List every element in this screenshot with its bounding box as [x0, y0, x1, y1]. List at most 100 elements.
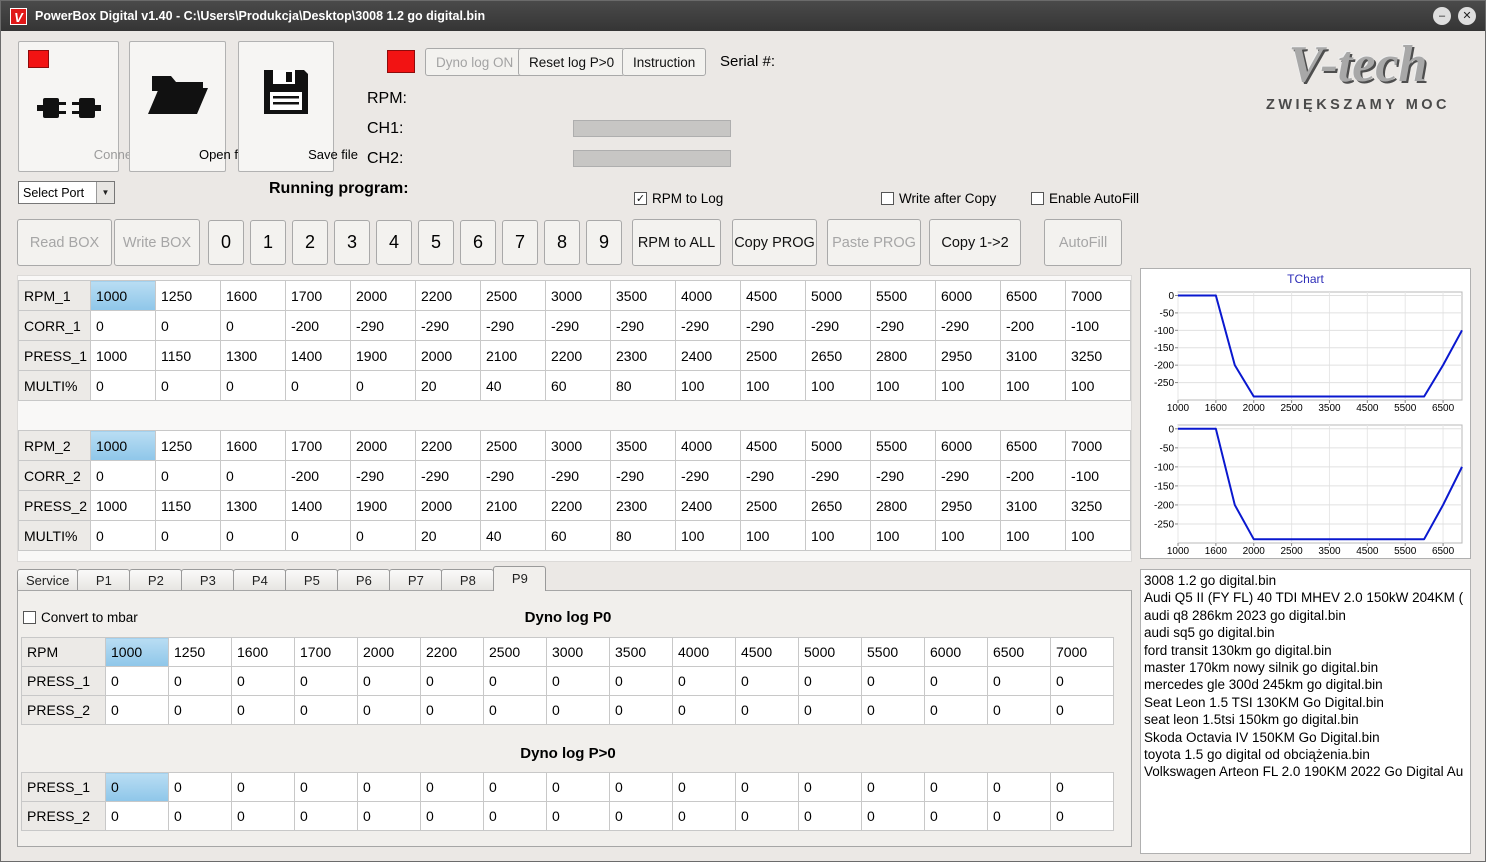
table-cell[interactable]: 0 — [350, 520, 416, 551]
table-cell[interactable]: 0 — [735, 695, 799, 725]
table-cell[interactable]: 1400 — [285, 340, 351, 371]
table-cell[interactable]: -290 — [805, 310, 871, 341]
convert-to-mbar-checkbox[interactable]: Convert to mbar — [23, 610, 138, 625]
file-list-item[interactable]: mercedes gle 300d 245km go digital.bin — [1144, 676, 1470, 693]
write-after-copy-checkbox[interactable]: Write after Copy — [881, 191, 996, 206]
table-cell[interactable]: 2000 — [357, 637, 421, 667]
file-list-item[interactable]: audi sq5 go digital.bin — [1144, 624, 1470, 641]
table-cell[interactable]: 0 — [357, 772, 421, 802]
table-cell[interactable]: 1150 — [155, 340, 221, 371]
table-cell[interactable]: 0 — [294, 772, 358, 802]
table-cell[interactable]: 6000 — [935, 280, 1001, 311]
table-cell[interactable]: 1000 — [90, 430, 156, 461]
table-cell[interactable]: 0 — [798, 801, 862, 831]
table-cell[interactable]: 100 — [805, 520, 871, 551]
table-cell[interactable]: 2300 — [610, 490, 676, 521]
tab-p6[interactable]: P6 — [337, 569, 391, 591]
table-cell[interactable]: 40 — [480, 520, 546, 551]
table-cell[interactable]: -290 — [935, 310, 1001, 341]
tab-service[interactable]: Service — [17, 569, 79, 591]
table-cell[interactable]: 0 — [105, 772, 169, 802]
table-cell[interactable]: -290 — [935, 460, 1001, 491]
table-cell[interactable]: 2200 — [420, 637, 484, 667]
table-cell[interactable]: 4500 — [740, 280, 806, 311]
table-cell[interactable]: 1000 — [90, 340, 156, 371]
tab-p9[interactable]: P9 — [493, 566, 547, 591]
copy-prog-button[interactable]: Copy PROG — [732, 219, 817, 266]
table-cell[interactable]: 4000 — [675, 280, 741, 311]
table-cell[interactable]: 100 — [870, 520, 936, 551]
table-cell[interactable]: 2500 — [740, 340, 806, 371]
table-cell[interactable]: 0 — [90, 370, 156, 401]
table-cell[interactable]: 0 — [168, 666, 232, 696]
table-cell[interactable]: -100 — [1065, 460, 1131, 491]
table-cell[interactable]: 2000 — [415, 490, 481, 521]
table-cell[interactable]: 3500 — [610, 280, 676, 311]
digit-button-2[interactable]: 2 — [292, 220, 328, 265]
table-cell[interactable]: 6000 — [935, 430, 1001, 461]
table-cell[interactable]: 0 — [231, 772, 295, 802]
table-cell[interactable]: -290 — [870, 310, 936, 341]
table-cell[interactable]: 3500 — [610, 430, 676, 461]
table-cell[interactable]: 2200 — [415, 280, 481, 311]
tab-p3[interactable]: P3 — [181, 569, 235, 591]
table-cell[interactable]: 2100 — [480, 340, 546, 371]
digit-button-1[interactable]: 1 — [250, 220, 286, 265]
table-cell[interactable]: 0 — [420, 666, 484, 696]
table-cell[interactable]: 0 — [357, 695, 421, 725]
table-cell[interactable]: 2500 — [480, 430, 546, 461]
table-cell[interactable]: 2950 — [935, 490, 1001, 521]
table-cell[interactable]: 0 — [861, 772, 925, 802]
table-cell[interactable]: 0 — [168, 772, 232, 802]
table-cell[interactable]: -290 — [740, 460, 806, 491]
table-cell[interactable]: -290 — [545, 310, 611, 341]
table-cell[interactable]: 0 — [1050, 695, 1114, 725]
table-cell[interactable]: -290 — [350, 460, 416, 491]
table-cell[interactable]: 60 — [545, 370, 611, 401]
table-cell[interactable]: 0 — [350, 370, 416, 401]
table-cell[interactable]: -290 — [675, 460, 741, 491]
table-cell[interactable]: 1900 — [350, 340, 416, 371]
file-list-item[interactable]: 3008 1.2 go digital.bin — [1144, 572, 1470, 589]
table-cell[interactable]: 0 — [1050, 666, 1114, 696]
table-cell[interactable]: -200 — [1000, 460, 1066, 491]
table-cell[interactable]: -290 — [675, 310, 741, 341]
table-cell[interactable]: 0 — [924, 772, 988, 802]
table-cell[interactable]: 1250 — [155, 430, 221, 461]
table-cell[interactable]: 0 — [798, 666, 862, 696]
digit-button-3[interactable]: 3 — [334, 220, 370, 265]
table-cell[interactable]: 100 — [1065, 520, 1131, 551]
table-cell[interactable]: 2200 — [545, 490, 611, 521]
table-cell[interactable]: 0 — [231, 695, 295, 725]
table-cell[interactable]: 80 — [610, 520, 676, 551]
table-cell[interactable]: 3000 — [546, 637, 610, 667]
table-cell[interactable]: 0 — [798, 772, 862, 802]
table-cell[interactable]: -290 — [415, 460, 481, 491]
open-file-button[interactable]: Open file — [129, 41, 251, 172]
table-cell[interactable]: -200 — [1000, 310, 1066, 341]
table-cell[interactable]: 3100 — [1000, 490, 1066, 521]
table-cell[interactable]: 0 — [609, 772, 673, 802]
file-list-item[interactable]: audi q8 286km 2023 go digital.bin — [1144, 607, 1470, 624]
table-cell[interactable]: 2400 — [675, 490, 741, 521]
table-cell[interactable]: 0 — [483, 666, 547, 696]
table-cell[interactable]: 0 — [483, 695, 547, 725]
table-cell[interactable]: -290 — [610, 310, 676, 341]
table-cell[interactable]: 1600 — [220, 430, 286, 461]
table-cell[interactable]: -290 — [545, 460, 611, 491]
table-cell[interactable]: 0 — [231, 666, 295, 696]
write-box-button[interactable]: Write BOX — [114, 219, 200, 266]
table-cell[interactable]: -290 — [805, 460, 871, 491]
table-cell[interactable]: 0 — [357, 666, 421, 696]
digit-button-4[interactable]: 4 — [376, 220, 412, 265]
file-list-item[interactable]: master 170km nowy silnik go digital.bin — [1144, 659, 1470, 676]
table-cell[interactable]: 5000 — [805, 430, 871, 461]
table-cell[interactable]: 0 — [1050, 772, 1114, 802]
table-cell[interactable]: 100 — [935, 370, 1001, 401]
tab-p8[interactable]: P8 — [441, 569, 495, 591]
table-cell[interactable]: 4000 — [675, 430, 741, 461]
table-cell[interactable]: 40 — [480, 370, 546, 401]
table-cell[interactable]: 0 — [861, 695, 925, 725]
table-cell[interactable]: 0 — [357, 801, 421, 831]
copy-1-to-2-button[interactable]: Copy 1->2 — [929, 219, 1021, 266]
